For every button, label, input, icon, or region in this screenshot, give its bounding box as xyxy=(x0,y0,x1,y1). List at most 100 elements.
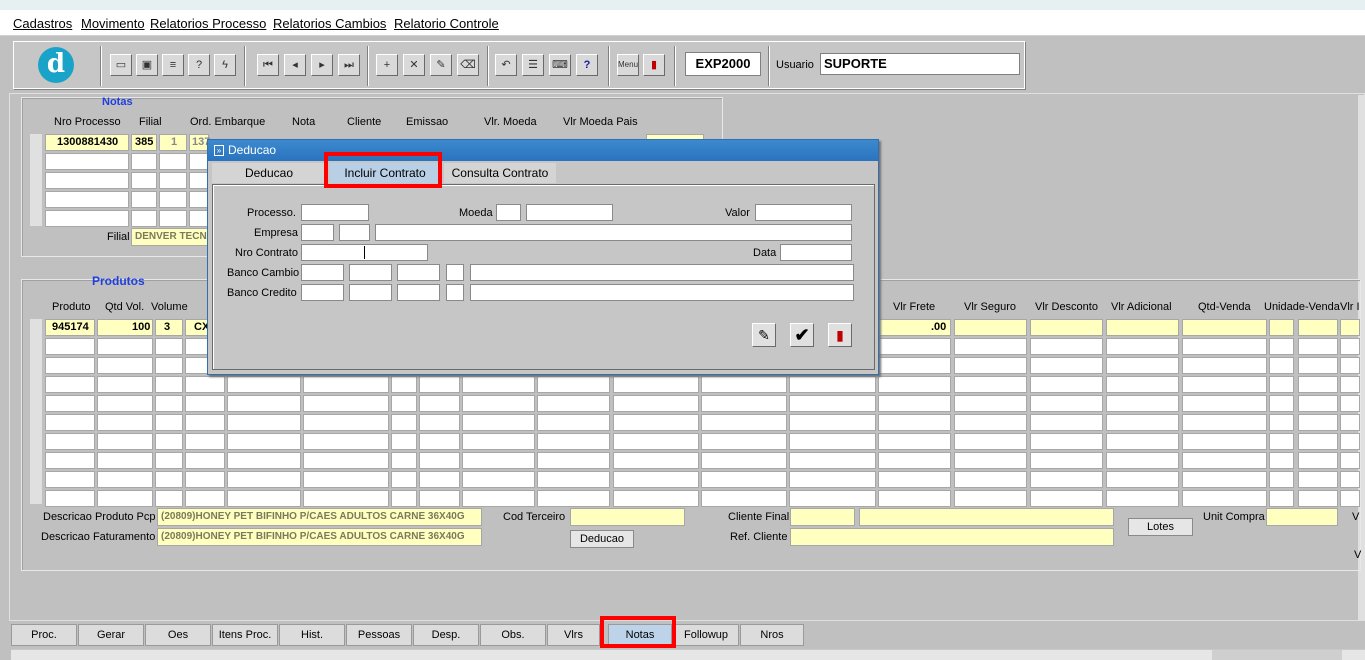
table-cell[interactable] xyxy=(701,433,787,450)
table-cell[interactable] xyxy=(419,471,460,488)
table-cell[interactable] xyxy=(1030,471,1103,488)
table-cell[interactable] xyxy=(155,338,183,355)
table-row[interactable] xyxy=(45,172,129,189)
table-cell[interactable] xyxy=(462,395,535,412)
table-cell[interactable] xyxy=(419,433,460,450)
menu-relatorios-cambios[interactable]: Relatorios Cambios xyxy=(273,16,386,31)
table-cell[interactable] xyxy=(131,153,157,170)
table-cell[interactable] xyxy=(391,490,417,507)
ref-cliente-field[interactable] xyxy=(790,528,1114,546)
tab-vlrs[interactable]: Vlrs xyxy=(547,624,600,646)
table-cell[interactable] xyxy=(155,471,183,488)
table-cell[interactable] xyxy=(1106,414,1179,431)
table-cell[interactable] xyxy=(155,452,183,469)
clear-icon[interactable]: ⌫ xyxy=(457,54,479,76)
table-cell[interactable] xyxy=(1298,490,1338,507)
table-cell[interactable] xyxy=(954,376,1027,393)
table-cell[interactable] xyxy=(537,433,610,450)
table-cell[interactable] xyxy=(391,376,417,393)
banco-cambio-field-3[interactable] xyxy=(397,264,440,281)
previous-record-icon[interactable]: ◂ xyxy=(284,54,306,76)
table-cell[interactable] xyxy=(155,376,183,393)
window-icon[interactable]: ▣ xyxy=(136,54,158,76)
table-cell[interactable] xyxy=(1030,414,1103,431)
table-cell[interactable] xyxy=(1030,338,1103,355)
table-cell[interactable] xyxy=(1106,376,1179,393)
table-cell[interactable] xyxy=(131,191,157,208)
table-cell[interactable] xyxy=(1182,376,1267,393)
table-cell[interactable] xyxy=(1030,433,1103,450)
table-cell[interactable] xyxy=(1106,319,1179,336)
table-cell[interactable] xyxy=(185,395,225,412)
table-cell[interactable] xyxy=(1182,338,1267,355)
first-record-icon[interactable]: ⏮ xyxy=(257,54,279,76)
table-cell[interactable] xyxy=(954,490,1027,507)
table-cell[interactable] xyxy=(701,414,787,431)
valor-field[interactable] xyxy=(755,204,852,221)
table-cell[interactable] xyxy=(419,490,460,507)
table-cell[interactable] xyxy=(185,376,225,393)
table-cell[interactable] xyxy=(1030,319,1103,336)
table-cell[interactable] xyxy=(878,338,951,355)
table-cell[interactable] xyxy=(1106,452,1179,469)
table-cell[interactable] xyxy=(613,395,699,412)
table-cell[interactable] xyxy=(227,433,301,450)
table-cell[interactable] xyxy=(303,471,389,488)
table-cell[interactable] xyxy=(1298,433,1338,450)
table-row[interactable] xyxy=(45,153,129,170)
table-cell[interactable] xyxy=(97,338,153,355)
edit-icon[interactable]: ✎ xyxy=(430,54,452,76)
tab-followup[interactable]: Followup xyxy=(673,624,739,646)
table-cell[interactable] xyxy=(97,357,153,374)
table-cell[interactable] xyxy=(1269,452,1294,469)
table-row[interactable] xyxy=(45,376,95,393)
table-cell[interactable] xyxy=(954,433,1027,450)
banco-credito-field-4[interactable] xyxy=(446,284,464,301)
confirm-check-icon[interactable]: ✔ xyxy=(790,323,814,347)
table-cell[interactable] xyxy=(159,210,187,227)
list-icon[interactable]: ☰ xyxy=(522,54,544,76)
table-cell[interactable] xyxy=(227,376,301,393)
tab-gerar[interactable]: Gerar xyxy=(78,624,144,646)
table-row[interactable] xyxy=(45,357,95,374)
query-icon[interactable]: ? xyxy=(188,54,210,76)
table-cell[interactable] xyxy=(789,490,876,507)
tab-nros[interactable]: Nros xyxy=(740,624,804,646)
table-cell[interactable] xyxy=(1030,395,1103,412)
banco-credito-field-3[interactable] xyxy=(397,284,440,301)
desc-fat-field[interactable]: (20809)HONEY PET BIFINHO P/CAES ADULTOS … xyxy=(157,528,482,546)
table-cell[interactable] xyxy=(391,452,417,469)
table-row[interactable] xyxy=(45,395,95,412)
table-cell[interactable] xyxy=(1340,376,1360,393)
tab-pessoas[interactable]: Pessoas xyxy=(346,624,412,646)
table-cell[interactable] xyxy=(613,471,699,488)
table-cell[interactable] xyxy=(189,153,209,170)
table-cell[interactable] xyxy=(185,452,225,469)
deducao-button[interactable]: Deducao xyxy=(570,530,634,548)
table-cell[interactable] xyxy=(878,452,951,469)
table-cell[interactable] xyxy=(419,376,460,393)
table-row[interactable] xyxy=(45,338,95,355)
table-cell[interactable] xyxy=(537,452,610,469)
table-cell[interactable] xyxy=(1298,452,1338,469)
table-cell[interactable] xyxy=(954,471,1027,488)
table-cell[interactable] xyxy=(391,395,417,412)
table-cell[interactable] xyxy=(1298,319,1338,336)
table-cell[interactable] xyxy=(97,414,153,431)
table-cell[interactable] xyxy=(1182,471,1267,488)
table-cell[interactable] xyxy=(1106,338,1179,355)
table-cell[interactable] xyxy=(462,452,535,469)
table-cell[interactable] xyxy=(227,490,301,507)
table-cell[interactable] xyxy=(789,471,876,488)
table-cell[interactable] xyxy=(1269,414,1294,431)
cliente-final-name-field[interactable] xyxy=(859,508,1114,526)
table-cell[interactable] xyxy=(159,191,187,208)
table-cell[interactable] xyxy=(1298,471,1338,488)
help-icon[interactable]: ? xyxy=(576,54,598,76)
table-cell[interactable] xyxy=(537,414,610,431)
produtos-scrollbar[interactable] xyxy=(30,319,42,504)
table-cell[interactable] xyxy=(701,471,787,488)
tab-itens-proc[interactable]: Itens Proc. xyxy=(212,624,278,646)
table-cell[interactable] xyxy=(155,357,183,374)
table-cell[interactable] xyxy=(1106,433,1179,450)
